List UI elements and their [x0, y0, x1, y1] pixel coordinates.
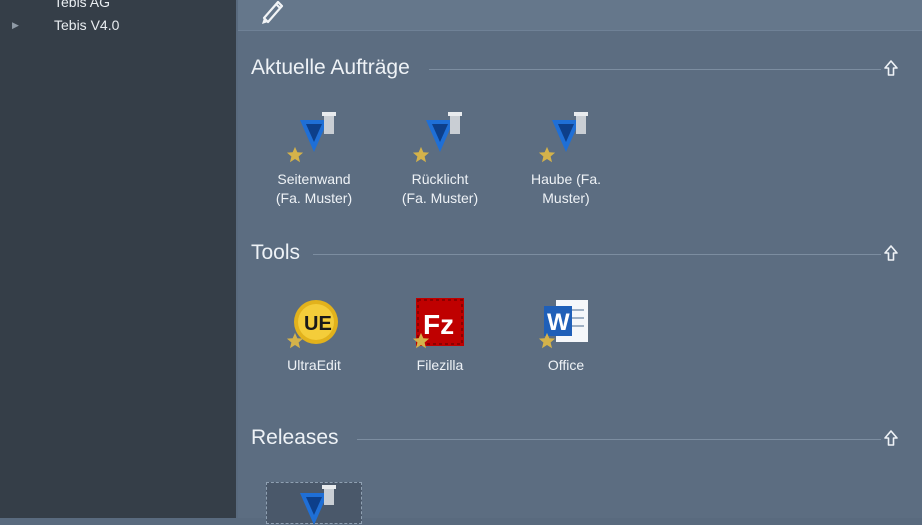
tile-label: Rücklicht (Fa. Muster)	[401, 171, 479, 206]
tree-item-tebis-v4[interactable]: ▶ Tebis V4.0	[0, 15, 236, 35]
tree-item-label: Tebis V4.0	[54, 17, 120, 33]
section-title: Aktuelle Aufträge	[251, 56, 410, 79]
favorite-star-icon	[538, 146, 556, 163]
favorite-star-icon	[538, 332, 556, 349]
tile-label: Office	[547, 357, 585, 373]
tree-item-tebis-ag[interactable]: Tebis AG	[0, 0, 236, 12]
collapse-arrow-icon[interactable]	[881, 428, 901, 448]
favorite-star-icon	[412, 332, 430, 349]
section-divider	[357, 439, 881, 440]
tree-item-label: Tebis AG	[54, 0, 111, 10]
sidebar: Tebis AG ▶ Tebis V4.0	[0, 0, 236, 518]
tile-label: UltraEdit	[287, 357, 341, 373]
section-divider	[429, 69, 881, 70]
tool-tile-office[interactable]: W Office	[504, 296, 628, 375]
favorite-star-icon	[286, 332, 304, 349]
order-tile-seitenwand[interactable]: Seitenwand (Fa. Muster)	[252, 110, 376, 208]
tool-tile-filezilla[interactable]: Fz Filezilla	[378, 296, 502, 375]
tebis-icon	[300, 485, 336, 525]
tile-label: Seitenwand (Fa. Muster)	[275, 171, 353, 206]
tile-label: Haube (Fa. Muster)	[530, 171, 602, 206]
section-divider	[313, 254, 881, 255]
collapse-arrow-icon[interactable]	[881, 58, 901, 78]
toolbar	[238, 0, 922, 31]
tile-label: Filezilla	[416, 357, 464, 373]
favorite-star-icon	[412, 146, 430, 163]
section-header-tools: Tools	[251, 238, 911, 268]
order-tile-ruecklicht[interactable]: Rücklicht (Fa. Muster)	[378, 110, 502, 208]
pencil-icon[interactable]	[258, 0, 286, 24]
section-title: Releases	[251, 426, 339, 449]
section-header-releases: Releases	[251, 423, 911, 453]
section-header-orders: Aktuelle Aufträge	[251, 53, 911, 83]
section-title: Tools	[251, 241, 301, 264]
expand-arrow-icon[interactable]: ▶	[12, 15, 19, 35]
tool-tile-ultraedit[interactable]: UE UltraEdit	[252, 296, 376, 375]
collapse-arrow-icon[interactable]	[881, 243, 901, 263]
svg-text:UE: UE	[304, 313, 332, 335]
favorite-star-icon	[286, 146, 304, 163]
main-panel: Aktuelle Aufträge Seitenwand (Fa. Muster…	[238, 0, 922, 525]
order-tile-haube[interactable]: Haube (Fa. Muster)	[504, 110, 628, 208]
